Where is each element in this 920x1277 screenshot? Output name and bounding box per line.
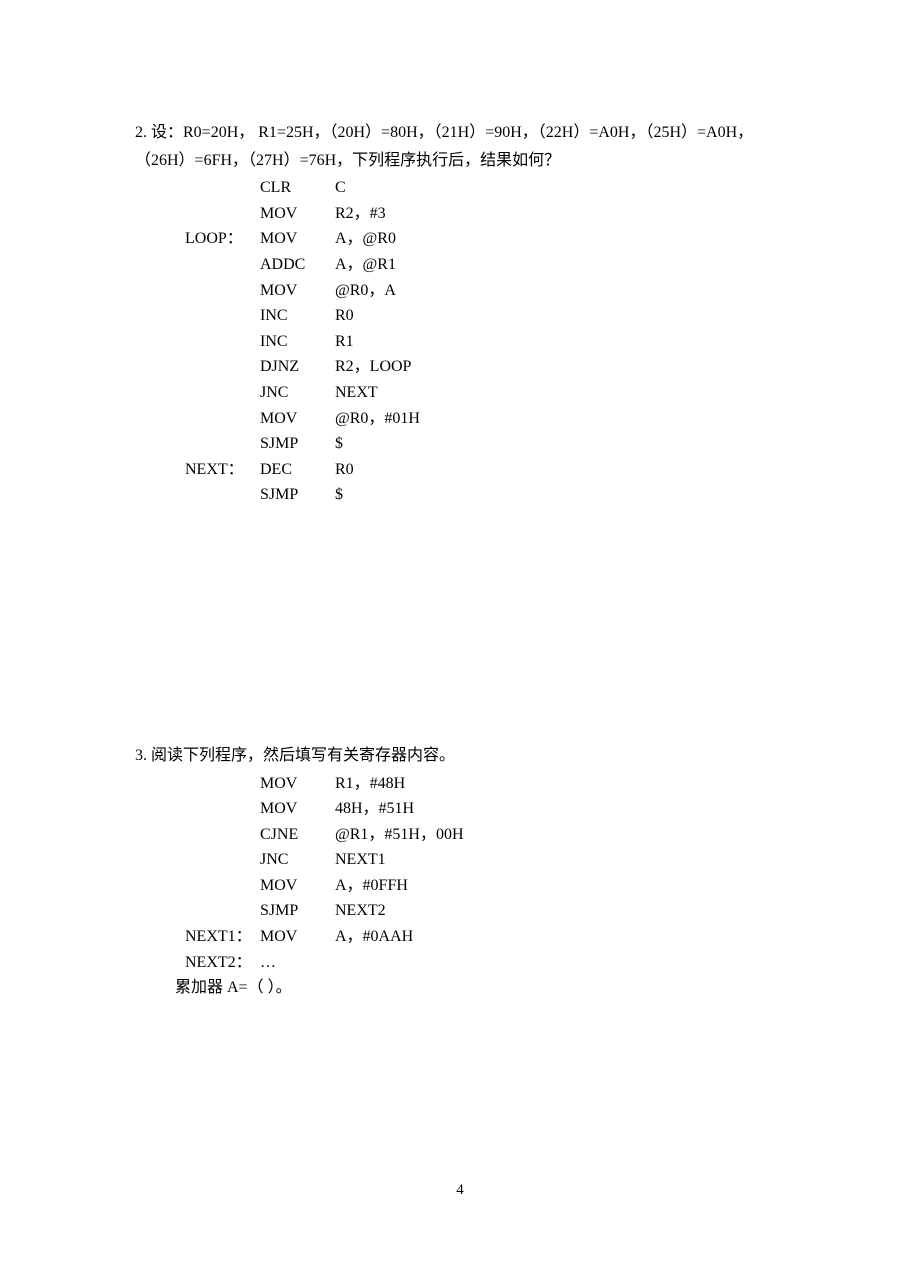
code-mnemonic: SJMP xyxy=(260,482,335,508)
code-label xyxy=(185,898,260,924)
code-mnemonic: INC xyxy=(260,329,335,355)
code-operand: 48H，#51H xyxy=(335,796,414,822)
page-number: 4 xyxy=(0,1178,920,1202)
q3-intro: 3. 阅读下列程序，然后填写有关寄存器内容。 xyxy=(135,743,805,769)
code-operand: NEXT1 xyxy=(335,847,386,873)
code-label xyxy=(185,796,260,822)
code-operand: @R0，A xyxy=(335,278,396,304)
code-mnemonic: MOV xyxy=(260,873,335,899)
code-label: NEXT2： xyxy=(185,950,260,976)
code-operand: R2，#3 xyxy=(335,201,386,227)
code-line: ADDCA，@R1 xyxy=(185,252,805,278)
code-mnemonic: MOV xyxy=(260,226,335,252)
code-operand: R0 xyxy=(335,303,354,329)
code-mnemonic: MOV xyxy=(260,771,335,797)
code-line: MOV@R0，A xyxy=(185,278,805,304)
code-label: NEXT1： xyxy=(185,924,260,950)
q2-code-block: CLRC MOVR2，#3 LOOP：MOVA，@R0 ADDCA，@R1 MO… xyxy=(185,175,805,508)
code-line: NEXT：DECR0 xyxy=(185,457,805,483)
code-line: NEXT2：… xyxy=(185,950,805,976)
code-line: SJMP$ xyxy=(185,482,805,508)
code-operand: @R0，#01H xyxy=(335,406,420,432)
code-mnemonic: DEC xyxy=(260,457,335,483)
code-operand: C xyxy=(335,175,346,201)
code-line: CJNE@R1，#51H，00H xyxy=(185,822,805,848)
code-line: SJMPNEXT2 xyxy=(185,898,805,924)
code-operand: R2，LOOP xyxy=(335,354,411,380)
code-line: NEXT1：MOVA，#0AAH xyxy=(185,924,805,950)
code-line: SJMP$ xyxy=(185,431,805,457)
code-operand: R1，#48H xyxy=(335,771,405,797)
code-line: LOOP：MOVA，@R0 xyxy=(185,226,805,252)
code-line: MOVR2，#3 xyxy=(185,201,805,227)
code-operand: A，@R1 xyxy=(335,252,396,278)
code-label xyxy=(185,303,260,329)
question-2: 2. 设：R0=20H， R1=25H，（20H）=80H，（21H）=90H，… xyxy=(135,120,805,508)
code-mnemonic: CLR xyxy=(260,175,335,201)
code-mnemonic: MOV xyxy=(260,406,335,432)
code-line: MOVR1，#48H xyxy=(185,771,805,797)
code-label xyxy=(185,201,260,227)
code-operand: $ xyxy=(335,431,343,457)
code-mnemonic: INC xyxy=(260,303,335,329)
code-label xyxy=(185,847,260,873)
q3-answer-line: 累加器 A=（ ）。 xyxy=(175,975,805,1001)
question-3: 3. 阅读下列程序，然后填写有关寄存器内容。 MOVR1，#48H MOV48H… xyxy=(135,743,805,1001)
code-operand: A，@R0 xyxy=(335,226,396,252)
code-label xyxy=(185,175,260,201)
code-label xyxy=(185,380,260,406)
code-label xyxy=(185,482,260,508)
code-label xyxy=(185,431,260,457)
code-label: NEXT： xyxy=(185,457,260,483)
code-mnemonic: MOV xyxy=(260,278,335,304)
code-line: DJNZR2，LOOP xyxy=(185,354,805,380)
q2-intro-line1: 2. 设：R0=20H， R1=25H，（20H）=80H，（21H）=90H，… xyxy=(135,120,805,146)
code-label xyxy=(185,354,260,380)
code-line: MOV@R0，#01H xyxy=(185,406,805,432)
code-line: INCR1 xyxy=(185,329,805,355)
code-mnemonic: MOV xyxy=(260,201,335,227)
q2-intro-line2: （26H）=6FH，（27H）=76H，下列程序执行后，结果如何？ xyxy=(135,148,805,174)
code-operand: NEXT2 xyxy=(335,898,386,924)
code-line: JNCNEXT xyxy=(185,380,805,406)
code-mnemonic: CJNE xyxy=(260,822,335,848)
code-mnemonic: MOV xyxy=(260,796,335,822)
code-operand: R0 xyxy=(335,457,354,483)
code-mnemonic: SJMP xyxy=(260,898,335,924)
code-mnemonic: MOV xyxy=(260,924,335,950)
code-mnemonic: JNC xyxy=(260,380,335,406)
code-label xyxy=(185,278,260,304)
code-operand: A，#0FFH xyxy=(335,873,408,899)
code-mnemonic: ADDC xyxy=(260,252,335,278)
code-line: INCR0 xyxy=(185,303,805,329)
code-operand: @R1，#51H，00H xyxy=(335,822,464,848)
code-operand: NEXT xyxy=(335,380,378,406)
code-label xyxy=(185,822,260,848)
code-mnemonic: JNC xyxy=(260,847,335,873)
code-line: MOVA，#0FFH xyxy=(185,873,805,899)
code-operand: $ xyxy=(335,482,343,508)
q3-code-block: MOVR1，#48H MOV48H，#51H CJNE@R1，#51H，00H … xyxy=(185,771,805,976)
code-label xyxy=(185,771,260,797)
code-mnemonic: … xyxy=(260,950,335,976)
code-label: LOOP： xyxy=(185,226,260,252)
code-label xyxy=(185,873,260,899)
code-operand: A，#0AAH xyxy=(335,924,413,950)
code-mnemonic: DJNZ xyxy=(260,354,335,380)
code-line: JNCNEXT1 xyxy=(185,847,805,873)
code-line: MOV48H，#51H xyxy=(185,796,805,822)
code-label xyxy=(185,329,260,355)
code-label xyxy=(185,252,260,278)
code-operand: R1 xyxy=(335,329,354,355)
code-line: CLRC xyxy=(185,175,805,201)
code-label xyxy=(185,406,260,432)
code-mnemonic: SJMP xyxy=(260,431,335,457)
